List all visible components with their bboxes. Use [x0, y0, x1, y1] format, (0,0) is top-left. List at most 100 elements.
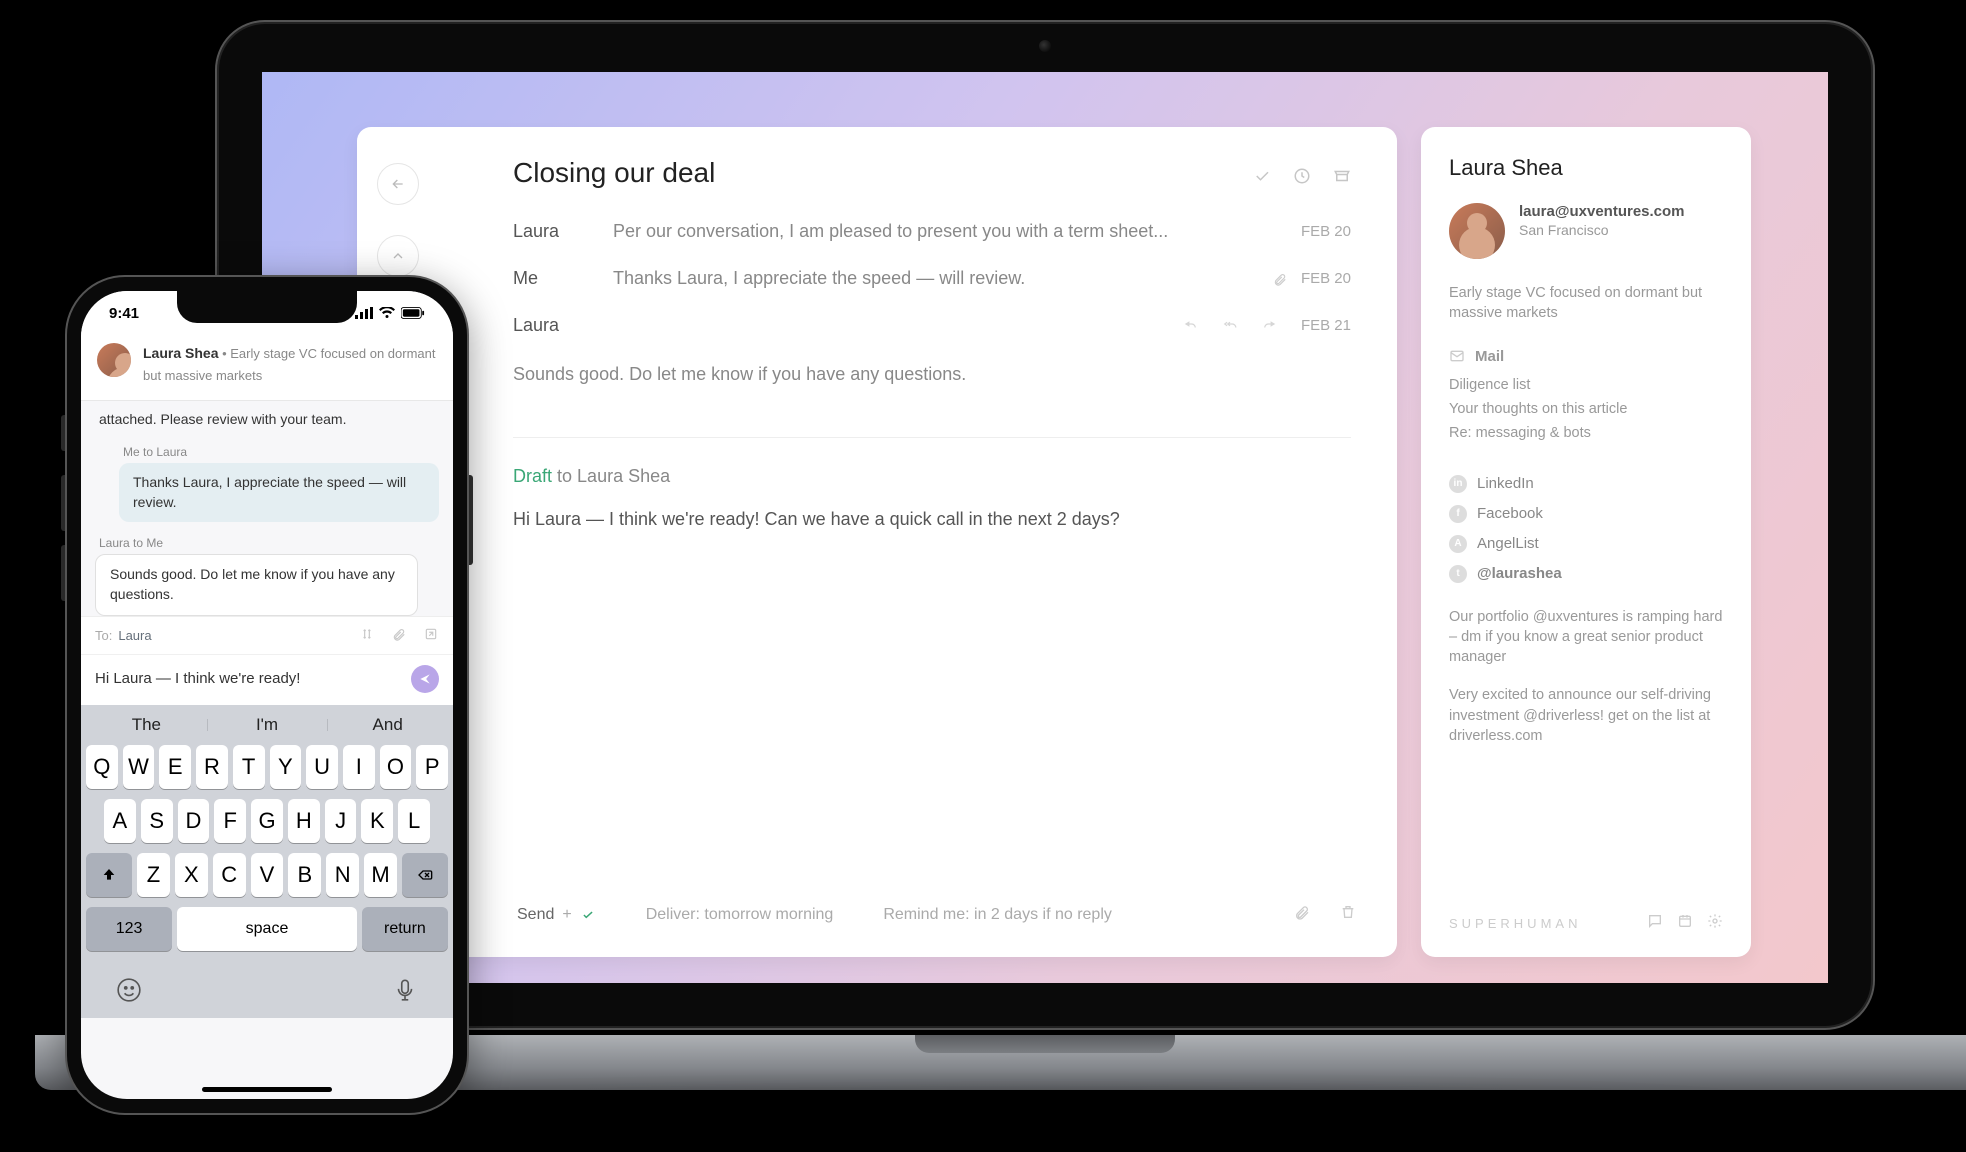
mail-item[interactable]: Re: messaging & bots [1449, 421, 1723, 445]
key-k[interactable]: K [361, 799, 393, 843]
angellist-icon: A [1449, 535, 1467, 553]
key-a[interactable]: A [104, 799, 136, 843]
message-bubble-in[interactable]: Sounds good. Do let me know if you have … [95, 554, 418, 615]
facebook-icon: f [1449, 505, 1467, 523]
key-m[interactable]: M [364, 853, 397, 897]
emoji-button[interactable] [116, 977, 142, 1008]
expanded-message: Laura FEB 21 Sounds good. Do let me know… [513, 293, 1351, 407]
message-bubble-out[interactable]: Thanks Laura, I appreciate the speed — w… [119, 463, 439, 522]
phone-contact-name: Laura Shea [143, 345, 218, 361]
draft-input-row[interactable]: Hi Laura — I think we're ready! [81, 655, 453, 705]
remind-option[interactable]: Remind me: in 2 days if no reply [883, 906, 1112, 924]
key-w[interactable]: W [123, 745, 155, 789]
thread-content: Closing our deal Laura Per our conversat… [513, 157, 1351, 530]
signal-icon [355, 307, 373, 319]
key-r[interactable]: R [196, 745, 228, 789]
key-l[interactable]: L [398, 799, 430, 843]
contact-email: laura@uxventures.com [1519, 203, 1685, 220]
key-n[interactable]: N [326, 853, 359, 897]
template-icon[interactable] [359, 627, 375, 644]
send-button[interactable] [411, 665, 439, 693]
mail-item[interactable]: Diligence list [1449, 373, 1723, 397]
key-f[interactable]: F [214, 799, 246, 843]
mail-item[interactable]: Your thoughts on this article [1449, 397, 1723, 421]
key-d[interactable]: D [178, 799, 210, 843]
calendar-icon[interactable] [1677, 913, 1693, 933]
contact-location: San Francisco [1519, 222, 1685, 238]
suggestion[interactable]: I'm [207, 715, 328, 735]
social-label: LinkedIn [1477, 475, 1534, 492]
social-angellist[interactable]: A AngelList [1449, 529, 1723, 559]
key-row-4: 123 space return [86, 907, 448, 951]
contact-bio: Early stage VC focused on dormant but ma… [1449, 283, 1723, 324]
backspace-key[interactable] [402, 853, 448, 897]
contact-head: laura@uxventures.com San Francisco [1449, 203, 1723, 259]
space-key[interactable]: space [177, 907, 357, 951]
mic-button[interactable] [392, 977, 418, 1008]
social-facebook[interactable]: f Facebook [1449, 499, 1723, 529]
number-key[interactable]: 123 [86, 907, 172, 951]
phone-bezel: 9:41 Laura Shea • Early stage VC focused… [65, 275, 469, 1115]
shift-key[interactable] [86, 853, 132, 897]
reply-all-icon[interactable] [1221, 315, 1239, 336]
key-j[interactable]: J [325, 799, 357, 843]
twitter-icon: t [1449, 565, 1467, 583]
expand-icon[interactable] [423, 627, 439, 644]
phone-notch [177, 291, 357, 323]
snooze-icon[interactable] [1293, 167, 1311, 190]
check-icon [580, 908, 596, 922]
key-q[interactable]: Q [86, 745, 118, 789]
shift-icon [99, 867, 119, 883]
suggestion[interactable]: The [86, 715, 207, 735]
key-c[interactable]: C [213, 853, 246, 897]
social-linkedin[interactable]: inLinkedIn [1449, 469, 1723, 499]
key-s[interactable]: S [141, 799, 173, 843]
phone-thread[interactable]: attached. Please review with your team. … [81, 401, 453, 615]
key-v[interactable]: V [251, 853, 284, 897]
attach-icon[interactable] [1293, 904, 1311, 925]
keyboard-bottom-row [86, 961, 448, 1008]
deliver-option[interactable]: Deliver: tomorrow morning [646, 906, 834, 924]
key-i[interactable]: I [343, 745, 375, 789]
thread-meta: Laura to Me [95, 528, 439, 554]
key-h[interactable]: H [288, 799, 320, 843]
phone-contact-header[interactable]: Laura Shea • Early stage VC focused on d… [81, 335, 453, 401]
settings-icon[interactable] [1707, 913, 1723, 933]
social-twitter[interactable]: t@laurashea [1449, 559, 1723, 589]
message-date: FEB 20 [1301, 223, 1351, 240]
key-o[interactable]: O [380, 745, 412, 789]
send-button[interactable]: Send + [517, 906, 596, 924]
to-row[interactable]: To: Laura [81, 617, 453, 655]
draft-block[interactable]: Draft to Laura Shea Hi Laura — I think w… [513, 466, 1351, 530]
key-z[interactable]: Z [137, 853, 170, 897]
key-b[interactable]: B [288, 853, 321, 897]
collapse-button[interactable] [377, 235, 419, 277]
forward-icon[interactable] [1261, 315, 1279, 336]
social-label: Facebook [1477, 505, 1543, 522]
key-t[interactable]: T [233, 745, 265, 789]
draft-input[interactable]: Hi Laura — I think we're ready! [95, 670, 411, 687]
archive-icon[interactable] [1333, 167, 1351, 190]
return-key[interactable]: return [362, 907, 448, 951]
back-button[interactable] [377, 163, 419, 205]
suggestion[interactable]: And [327, 715, 448, 735]
key-g[interactable]: G [251, 799, 283, 843]
reply-icon[interactable] [1181, 315, 1199, 336]
brand-footer: SUPERHUMAN [1449, 913, 1723, 933]
mark-done-icon[interactable] [1253, 167, 1271, 190]
phone-device: 9:41 Laura Shea • Early stage VC focused… [65, 275, 469, 1115]
message-row[interactable]: Laura Per our conversation, I am pleased… [513, 199, 1351, 246]
social-label: AngelList [1477, 535, 1539, 552]
key-y[interactable]: Y [270, 745, 302, 789]
key-p[interactable]: P [416, 745, 448, 789]
attach-icon[interactable] [391, 627, 407, 644]
home-indicator[interactable] [202, 1087, 332, 1092]
chat-icon[interactable] [1647, 913, 1663, 933]
expanded-body: Sounds good. Do let me know if you have … [513, 364, 1351, 385]
message-row[interactable]: Me Thanks Laura, I appreciate the speed … [513, 246, 1351, 293]
trash-icon[interactable] [1339, 904, 1357, 925]
laptop-camera [1039, 40, 1051, 52]
key-u[interactable]: U [306, 745, 338, 789]
key-x[interactable]: X [175, 853, 208, 897]
key-e[interactable]: E [159, 745, 191, 789]
